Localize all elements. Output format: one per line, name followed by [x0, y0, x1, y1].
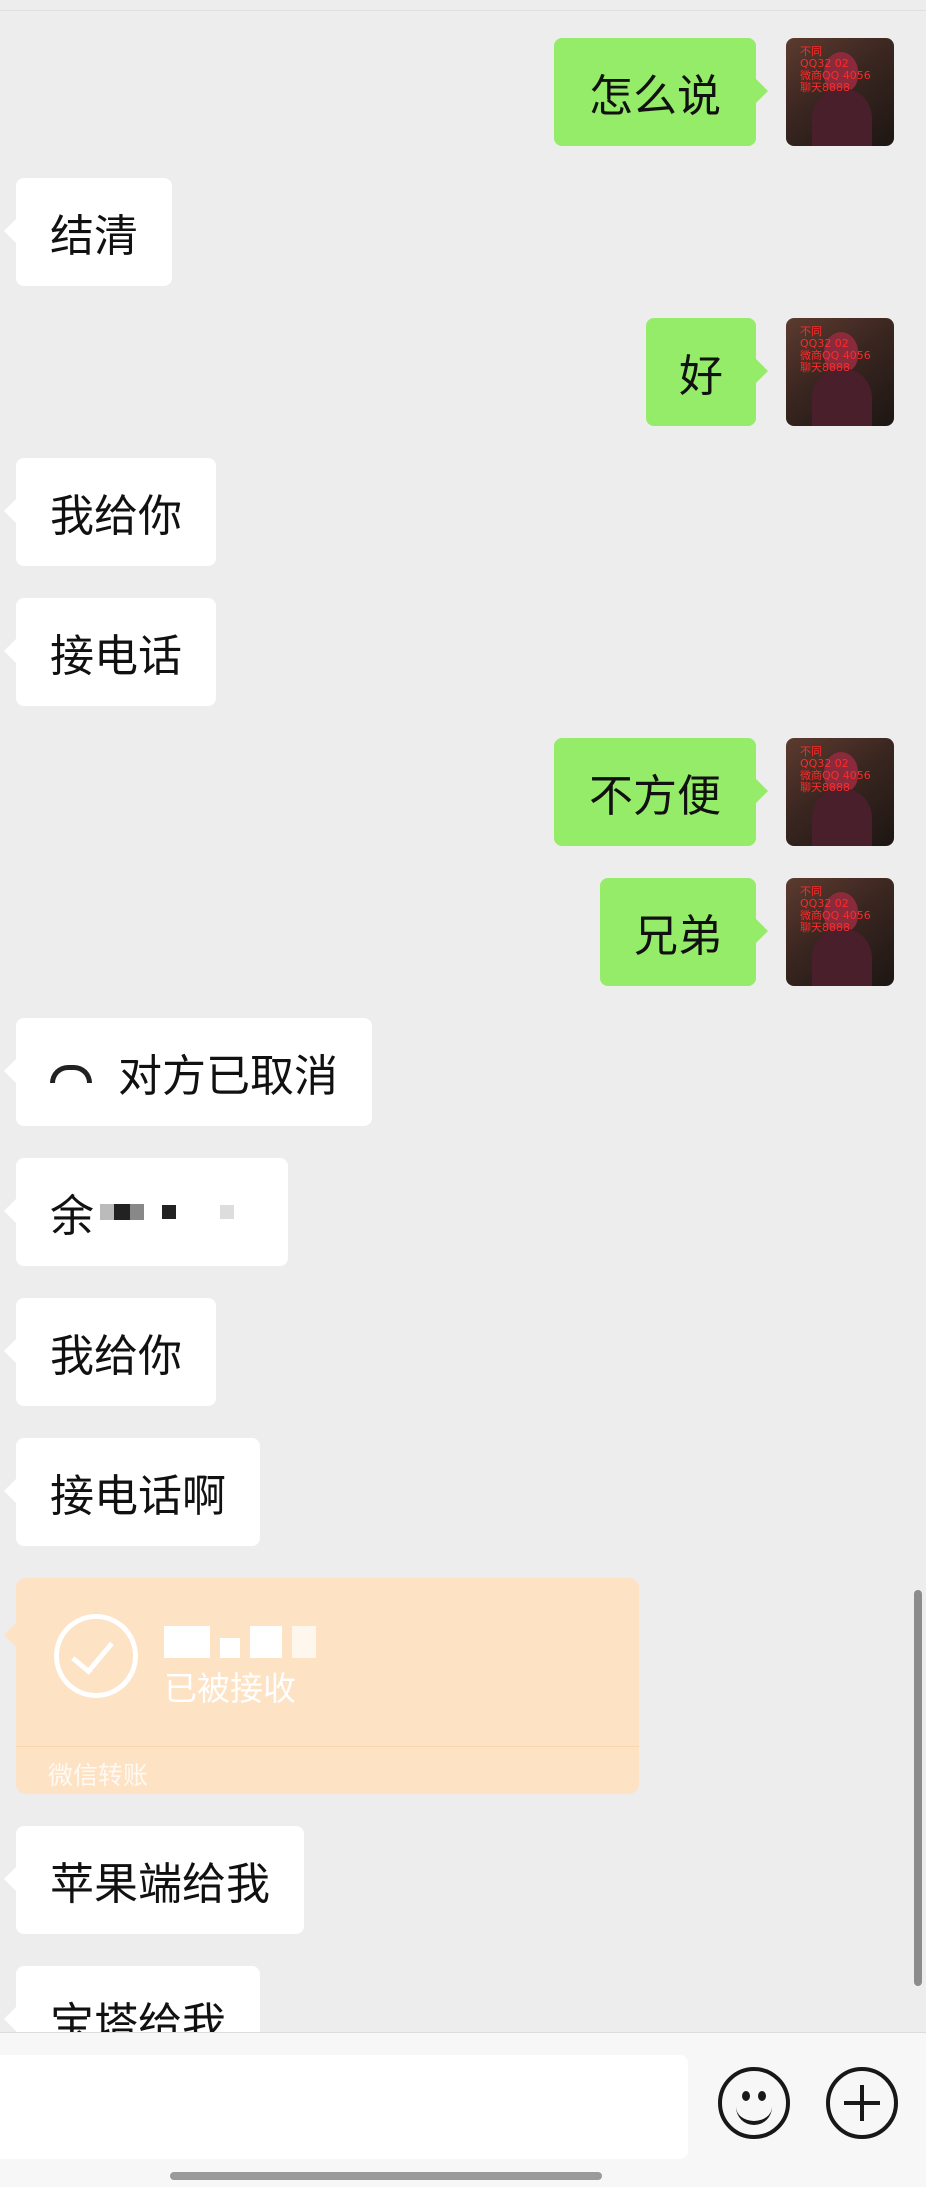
message-text: 好: [679, 351, 723, 402]
transfer-footer-label: 微信转账: [48, 1761, 149, 1790]
avatar-figure-body: [812, 368, 872, 426]
incoming-message-bubble[interactable]: 我给你: [4, 458, 216, 566]
avatar-watermark: 不同 QQ32 02 微商QQ 4056 聊天8888: [800, 45, 871, 94]
my-avatar[interactable]: 不同 QQ32 02 微商QQ 4056 聊天8888: [786, 318, 894, 426]
check-circle-icon: [54, 1614, 138, 1698]
avatar-watermark: 不同 QQ32 02 微商QQ 4056 聊天8888: [800, 325, 871, 374]
message-text: 怎么说: [589, 71, 721, 122]
incoming-message-bubble[interactable]: 接电话啊: [4, 1438, 260, 1546]
incoming-message-bubble[interactable]: 苹果端给我: [4, 1826, 304, 1934]
my-avatar[interactable]: 不同 QQ32 02 微商QQ 4056 聊天8888: [786, 38, 894, 146]
message-text: 不方便: [589, 771, 721, 822]
outgoing-message-bubble[interactable]: 兄弟: [600, 878, 768, 986]
incoming-message-bubble[interactable]: 宝塔给我: [4, 1966, 260, 2032]
message-text: 宝塔给我: [50, 1999, 226, 2032]
message-text: 我给你: [50, 491, 182, 542]
wechat-transfer-card[interactable]: 已被接收 微信转账: [4, 1578, 639, 1794]
transfer-status: 已被接收: [164, 1669, 296, 1708]
top-divider: [0, 0, 926, 11]
avatar-figure-body: [812, 788, 872, 846]
chat-message-list[interactable]: 怎么说 不同 QQ32 02 微商QQ 4056 聊天8888 结清 好 不同 …: [0, 0, 926, 2032]
plus-icon-vertical: [860, 2085, 864, 2121]
outgoing-message-bubble[interactable]: 好: [646, 318, 768, 426]
my-avatar[interactable]: 不同 QQ32 02 微商QQ 4056 聊天8888: [786, 738, 894, 846]
incoming-message-bubble[interactable]: 结清: [4, 178, 172, 286]
emoji-icon-eye-left: [742, 2091, 750, 2101]
redacted-text-blocks: [100, 1204, 234, 1220]
call-status-text: 对方已取消: [118, 1051, 338, 1102]
avatar-figure-body: [812, 928, 872, 986]
message-text: 我给你: [50, 1331, 182, 1382]
message-text: 苹果端给我: [50, 1859, 270, 1910]
incoming-message-bubble[interactable]: 余: [4, 1158, 288, 1266]
message-text: 余: [50, 1191, 94, 1242]
message-input-bar: [0, 2032, 926, 2187]
avatar-watermark: 不同 QQ32 02 微商QQ 4056 聊天8888: [800, 885, 871, 934]
check-mark: [71, 1630, 114, 1675]
outgoing-message-bubble[interactable]: 不方便: [554, 738, 768, 846]
scrollbar[interactable]: [914, 1590, 922, 1986]
message-text: 接电话: [50, 631, 182, 682]
message-text: 兄弟: [634, 911, 722, 962]
hangup-phone-icon: [50, 1065, 92, 1083]
more-options-button[interactable]: [826, 2067, 898, 2139]
emoji-icon-eye-right: [758, 2091, 766, 2101]
incoming-message-bubble[interactable]: 接电话: [4, 598, 216, 706]
avatar-watermark: 不同 QQ32 02 微商QQ 4056 聊天8888: [800, 745, 871, 794]
outgoing-message-bubble[interactable]: 怎么说: [554, 38, 768, 146]
transfer-divider: [16, 1746, 639, 1747]
emoji-button[interactable]: [718, 2067, 790, 2139]
avatar-figure-body: [812, 88, 872, 146]
incoming-message-bubble[interactable]: 我给你: [4, 1298, 216, 1406]
emoji-icon: [736, 2101, 772, 2125]
call-canceled-bubble[interactable]: 对方已取消: [4, 1018, 372, 1126]
home-indicator: [170, 2172, 602, 2180]
my-avatar[interactable]: 不同 QQ32 02 微商QQ 4056 聊天8888: [786, 878, 894, 986]
message-input[interactable]: [0, 2055, 688, 2159]
message-text: 接电话啊: [50, 1471, 226, 1522]
redacted-amount: [164, 1626, 316, 1658]
message-text: 结清: [50, 211, 138, 262]
